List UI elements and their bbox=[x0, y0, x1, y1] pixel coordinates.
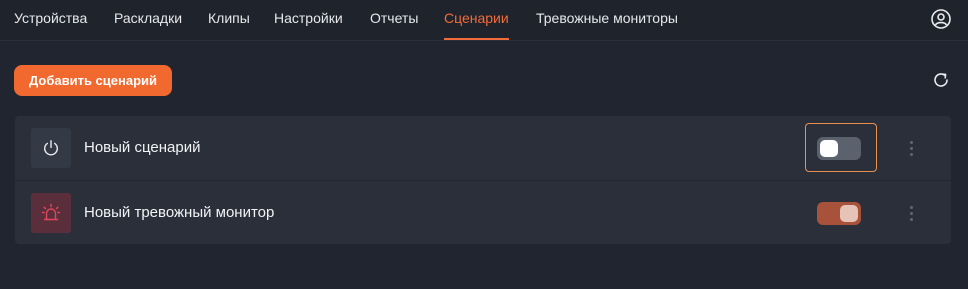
tab-clips[interactable]: Клипы bbox=[208, 0, 250, 40]
tab-reports[interactable]: Отчеты bbox=[370, 0, 418, 40]
alarm-siren-icon bbox=[31, 193, 71, 233]
tab-scenarios[interactable]: Сценарии bbox=[444, 0, 509, 40]
alarm-monitor-enabled-toggle[interactable] bbox=[817, 202, 861, 225]
scenarios-page: Добавить сценарий Новый сценарий Новый т… bbox=[0, 41, 968, 289]
list-item[interactable]: Новый тревожный монитор bbox=[15, 180, 951, 244]
list-item[interactable]: Новый сценарий bbox=[15, 116, 951, 180]
scenario-list: Новый сценарий Новый тревожный монитор bbox=[15, 116, 951, 244]
alarm-monitor-title: Новый тревожный монитор bbox=[84, 204, 275, 221]
top-navigation-bar: Устройства Раскладки Клипы Настройки Отч… bbox=[0, 0, 968, 40]
tab-layouts[interactable]: Раскладки bbox=[114, 0, 182, 40]
tab-alarm-monitors[interactable]: Тревожные мониторы bbox=[536, 0, 678, 40]
more-options-icon[interactable] bbox=[901, 203, 921, 223]
scenario-title: Новый сценарий bbox=[84, 139, 201, 156]
power-icon bbox=[31, 128, 71, 168]
tab-devices[interactable]: Устройства bbox=[14, 0, 87, 40]
more-options-icon[interactable] bbox=[901, 138, 921, 158]
add-scenario-button[interactable]: Добавить сценарий bbox=[14, 65, 172, 96]
toggle-knob bbox=[840, 205, 858, 222]
scenario-enabled-toggle[interactable] bbox=[817, 137, 861, 160]
refresh-icon[interactable] bbox=[930, 69, 952, 91]
user-circle-icon[interactable] bbox=[930, 8, 952, 30]
tab-settings[interactable]: Настройки bbox=[274, 0, 343, 40]
toggle-knob bbox=[820, 140, 838, 157]
